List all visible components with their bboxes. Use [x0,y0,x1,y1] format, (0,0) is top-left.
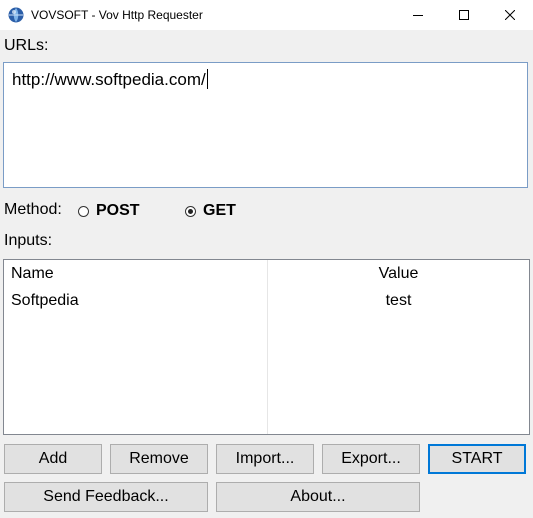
urls-value: http://www.softpedia.com/ [12,70,206,89]
inputs-label: Inputs: [4,232,53,249]
about-button[interactable]: About... [216,482,420,512]
send-feedback-button[interactable]: Send Feedback... [4,482,208,512]
column-header-value[interactable]: Value [268,265,529,283]
title-bar: VOVSOFT - Vov Http Requester [0,0,533,30]
globe-icon [8,7,24,23]
radio-unchecked-icon [78,205,89,217]
import-button[interactable]: Import... [216,444,314,474]
window-title: VOVSOFT - Vov Http Requester [31,8,203,22]
add-button[interactable]: Add [4,444,102,474]
cell-name[interactable]: Softpedia [11,292,79,310]
table-row[interactable]: Softpedia test [4,288,529,314]
grid-header: Name Value [4,260,529,286]
maximize-icon [459,10,469,20]
method-post-radio[interactable]: POST [78,202,140,220]
maximize-button[interactable] [441,0,487,30]
export-button[interactable]: Export... [322,444,420,474]
urls-textarea[interactable]: http://www.softpedia.com/ [3,62,528,188]
radio-checked-icon [185,205,196,217]
method-post-label: POST [96,202,140,219]
inputs-grid[interactable]: Name Value Softpedia test [3,259,530,435]
start-button[interactable]: START [428,444,526,474]
column-divider [267,260,268,434]
text-caret [206,69,208,89]
method-get-radio[interactable]: GET [185,202,236,220]
method-label: Method: [4,201,62,218]
method-get-label: GET [203,202,236,219]
remove-button[interactable]: Remove [110,444,208,474]
close-icon [505,10,515,20]
cell-value[interactable]: test [268,292,529,310]
close-button[interactable] [487,0,533,30]
minimize-button[interactable] [395,0,441,30]
column-header-name[interactable]: Name [11,265,54,283]
urls-label: URLs: [4,37,49,54]
minimize-icon [413,15,423,16]
